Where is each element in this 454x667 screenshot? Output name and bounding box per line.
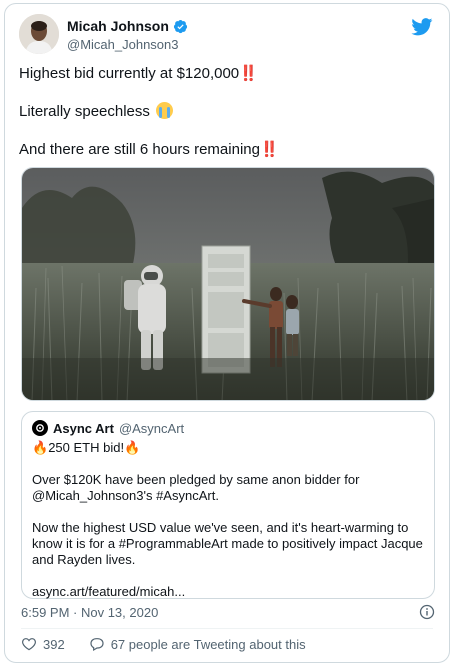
quoted-paragraph-1: Over $120K have been pledged by same ano… <box>32 472 360 503</box>
avatar[interactable] <box>19 14 59 54</box>
quoted-paragraph-2: Now the highest USD value we've seen, an… <box>32 520 423 567</box>
async-art-avatar <box>32 420 48 436</box>
fire-icon: 🔥 <box>124 440 141 455</box>
quoted-tweet[interactable]: Async Art @AsyncArt 🔥250 ETH bid!🔥 Over … <box>21 411 435 599</box>
twitter-bird-icon[interactable] <box>411 18 433 36</box>
quoted-author-handle: @AsyncArt <box>118 420 185 436</box>
verified-badge-icon <box>173 19 187 33</box>
double-exclamation-icon: ‼️ <box>259 141 279 158</box>
reply-bubble-icon <box>90 638 104 652</box>
tweet-line-2: Literally speechless <box>19 102 439 122</box>
tweet-media-image[interactable] <box>21 167 435 401</box>
like-count: 392 <box>43 636 65 652</box>
quoted-author-name: Async Art <box>53 420 114 436</box>
tweet-line-3: And there are still 6 hours remaining‼️ <box>19 141 279 158</box>
author-handle[interactable]: @Micah_Johnson3 <box>67 37 178 52</box>
tweet-actions: 392 67 people are Tweeting about this <box>21 636 306 652</box>
tweeting-about-link[interactable]: 67 people are Tweeting about this <box>89 636 306 652</box>
artwork-photo <box>22 168 434 400</box>
divider <box>21 628 433 629</box>
quoted-link[interactable]: async.art/featured/micah... <box>32 584 426 600</box>
double-exclamation-icon: ‼️ <box>239 65 258 82</box>
author-name[interactable]: Micah Johnson <box>67 18 169 34</box>
tweet-card: Micah Johnson @Micah_Johnson3 Highest bi… <box>4 3 450 663</box>
quoted-tweet-body: 🔥250 ETH bid!🔥 Over $120K have been pled… <box>32 440 426 600</box>
quoted-tweet-header: Async Art @AsyncArt <box>32 420 184 436</box>
like-button[interactable]: 392 <box>21 636 65 652</box>
tweet-line-1: Highest bid currently at $120,000‼️ <box>19 65 258 82</box>
loudly-crying-face-icon <box>156 102 174 119</box>
tweet-header: Micah Johnson @Micah_Johnson3 <box>19 12 435 60</box>
quoted-headline: 🔥250 ETH bid!🔥 <box>32 440 141 455</box>
info-icon[interactable] <box>419 604 435 620</box>
tweet-timestamp[interactable]: 6:59 PM · Nov 13, 2020 <box>21 605 158 620</box>
heart-icon <box>22 638 36 651</box>
tweeting-about-text: 67 people are Tweeting about this <box>110 636 306 652</box>
fire-icon: 🔥 <box>32 440 49 455</box>
tweet-text: Highest bid currently at $120,000‼️ Lite… <box>19 64 439 160</box>
